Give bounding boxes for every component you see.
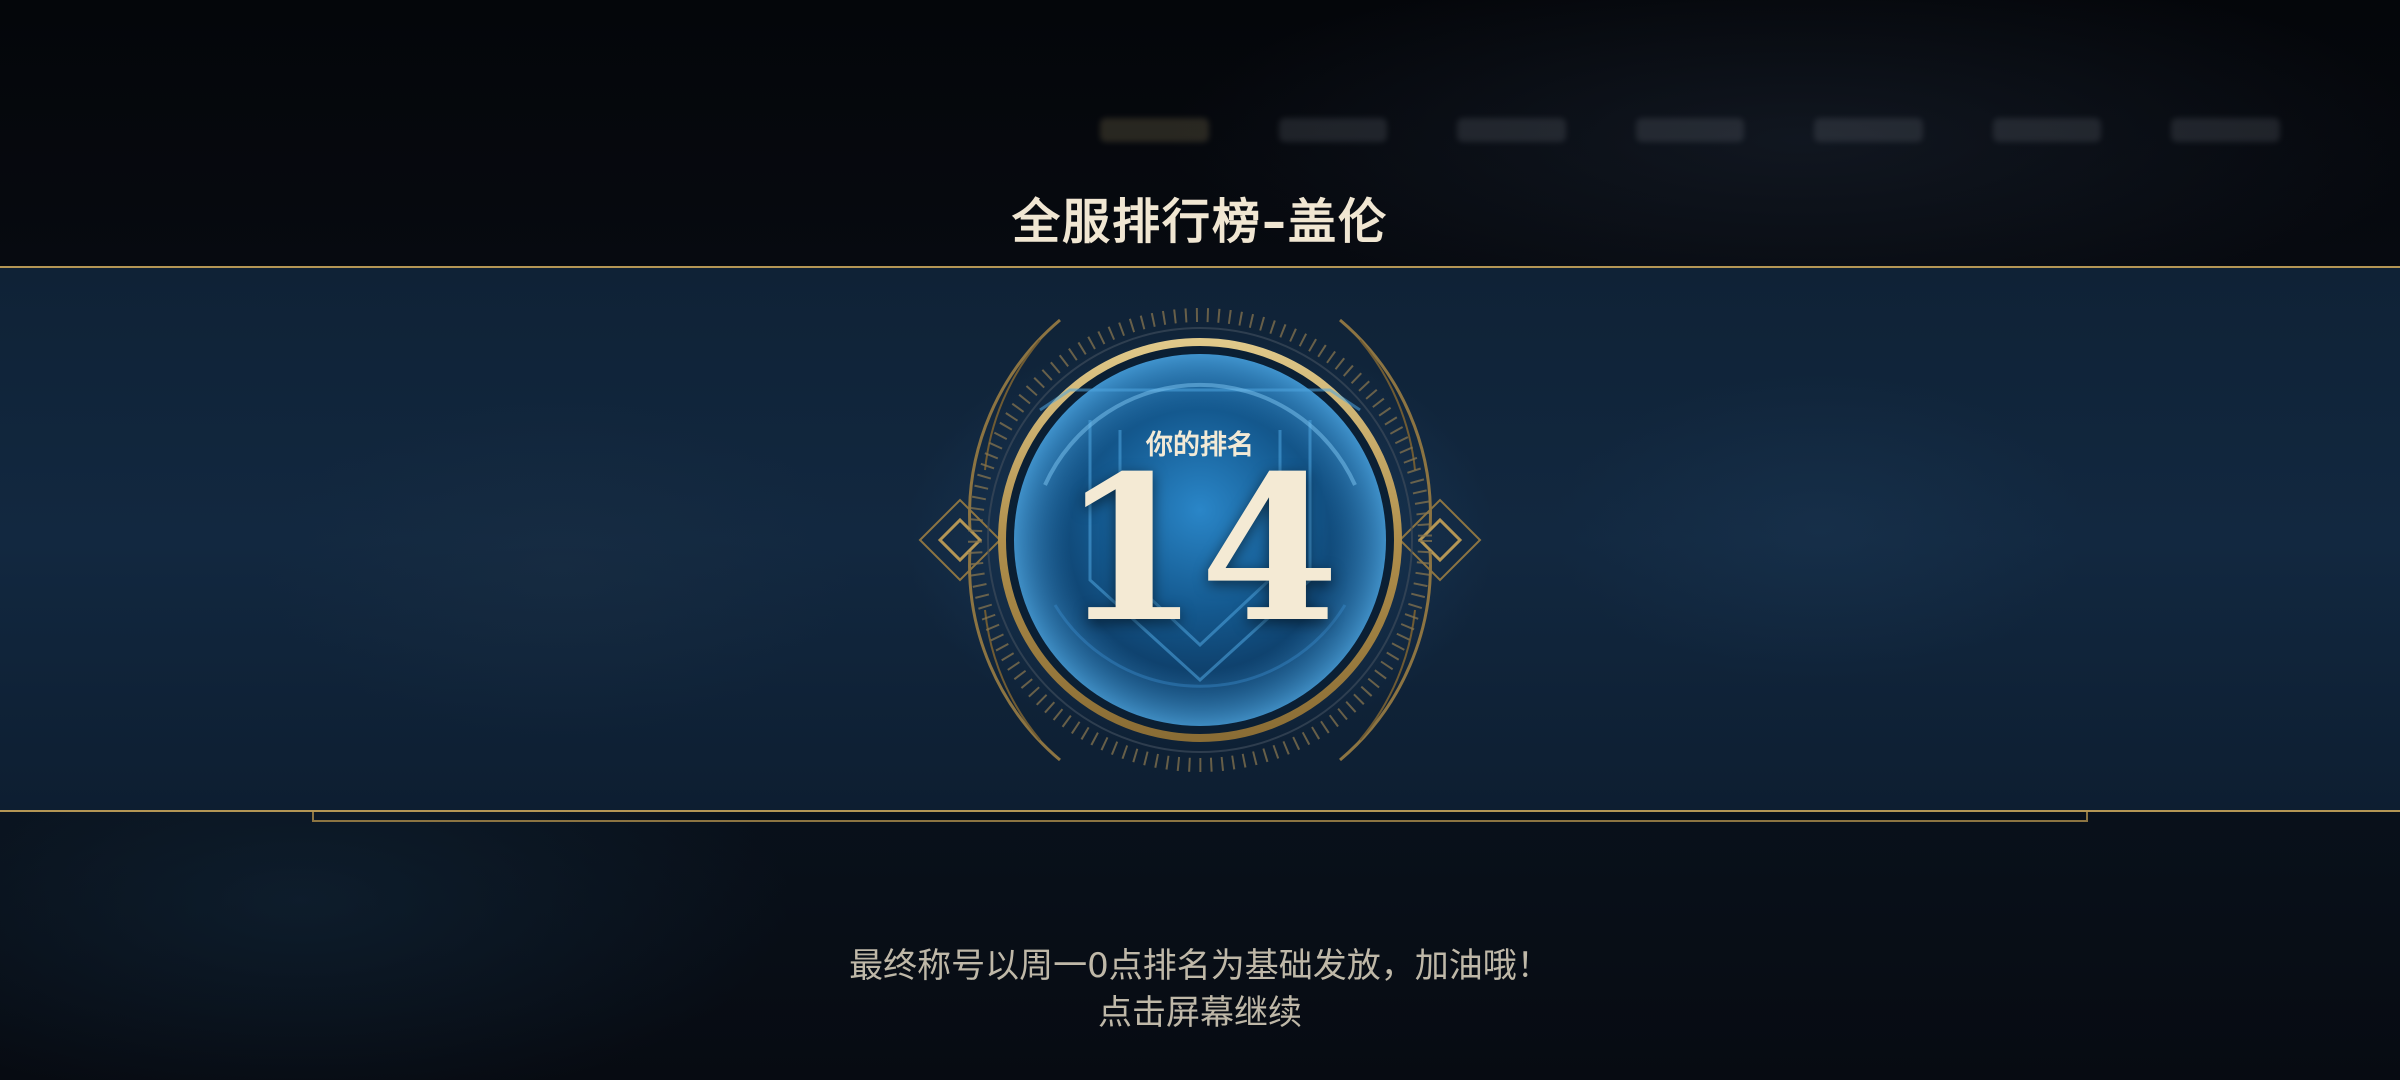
rank-result-screen[interactable]: 994000 全服排行榜–盖伦 [0, 0, 2400, 1080]
leaderboard-title: 全服排行榜–盖伦 [1011, 194, 1388, 250]
title-award-notice: 最终称号以周一0点排名为基础发放，加油哦！ [849, 946, 1551, 986]
banner-under-frame [312, 812, 2088, 822]
rank-value: 14 [1060, 432, 1340, 667]
tap-to-continue[interactable]: 点击屏幕继续 [0, 985, 2400, 1034]
background-nav-blurred [1100, 118, 2281, 158]
